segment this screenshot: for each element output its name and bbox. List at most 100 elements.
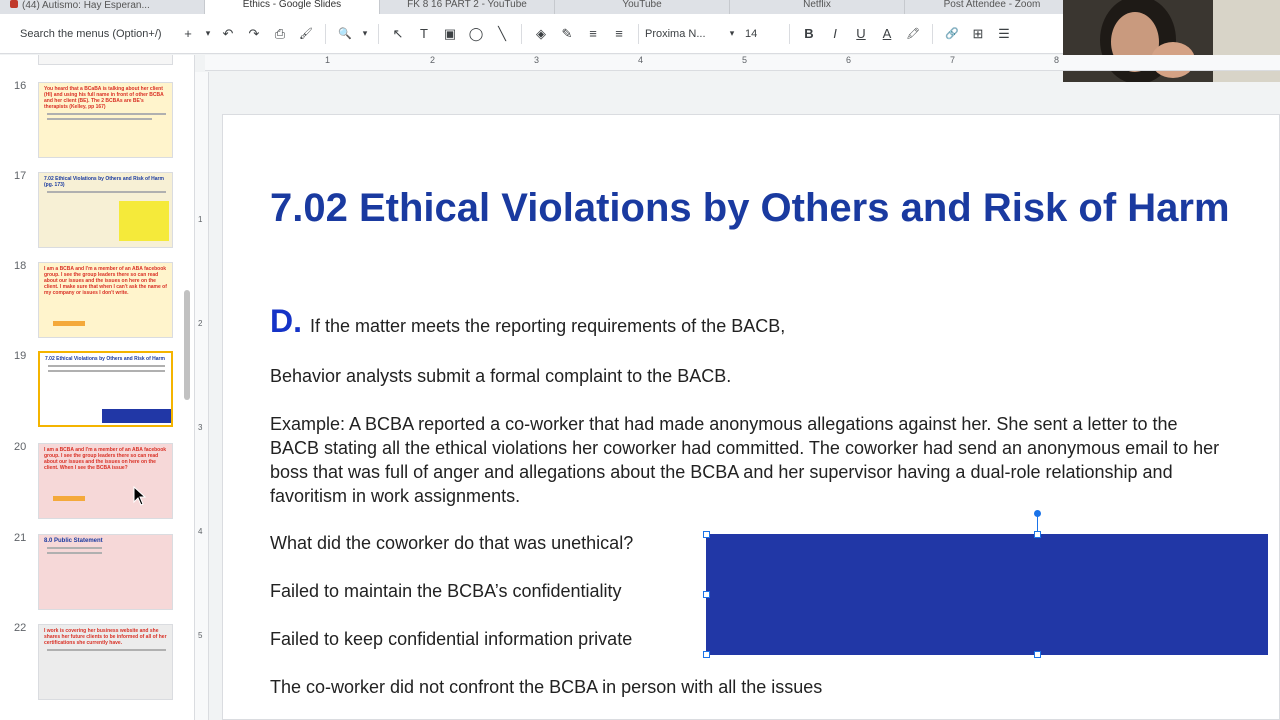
undo-icon[interactable]: ↶ (216, 22, 240, 46)
thumbnail-title: 7.02 Ethical Violations by Others and Ri… (44, 176, 164, 188)
thumbnail-text-line (47, 552, 102, 554)
resize-handle-bottom-middle[interactable] (1034, 651, 1041, 658)
ruler-tick: 8 (1054, 55, 1060, 65)
font-size-select[interactable]: 14 (739, 28, 783, 40)
browser-tab[interactable]: FK 8 16 PART 2 - YouTube (380, 0, 555, 14)
slide-canvas[interactable]: 7.02 Ethical Violations by Others and Ri… (222, 114, 1280, 720)
ruler-tick: 7 (950, 55, 956, 65)
ruler-tick: 6 (846, 55, 852, 65)
ruler-tick: 4 (198, 527, 203, 536)
toolbar-divider (378, 23, 379, 44)
slide-thumbnail[interactable]: 7.02 Ethical Violations by Others and Ri… (38, 172, 173, 248)
ruler-tick: 5 (198, 631, 203, 640)
slide-number: 17 (14, 170, 27, 182)
answer-confront-text[interactable]: The co-worker did not confront the BCBA … (270, 675, 1230, 699)
browser-tab[interactable]: Post Attendee - Zoom (905, 0, 1080, 14)
browser-tab[interactable]: (44) Autismo: Hay Esperan... (0, 0, 205, 14)
ruler-tick: 3 (534, 55, 540, 65)
toolbar-divider (789, 23, 790, 44)
caret-down-icon[interactable]: ▾ (202, 22, 214, 46)
browser-tab[interactable]: Netflix (730, 0, 905, 14)
italic-icon[interactable]: I (823, 22, 847, 46)
rotation-handle[interactable] (1034, 510, 1041, 517)
caret-down-icon[interactable]: ▾ (359, 22, 371, 46)
border-dash-icon[interactable]: ≡ (607, 22, 631, 46)
slide-thumbnail[interactable]: I am a BCBA and I'm a member of an ABA f… (38, 262, 173, 338)
thumbnail-title: 7.02 Ethical Violations by Others and Ri… (45, 356, 165, 362)
fill-color-icon[interactable]: ◈ (529, 22, 553, 46)
slide-thumbnail[interactable]: I am a BCBA and I'm a member of an ABA f… (38, 443, 173, 519)
slide-number: 21 (14, 532, 27, 544)
slide-thumbnail[interactable]: I work is covering her business website … (38, 624, 173, 700)
browser-tab[interactable]: YouTube (555, 0, 730, 14)
highlight-icon[interactable]: 🖍 (901, 22, 925, 46)
resize-handle-bottom-left[interactable] (703, 651, 710, 658)
thumbnail-title: I work is covering her business website … (44, 628, 167, 646)
new-slide-plus-icon[interactable]: + (176, 22, 200, 46)
image-icon[interactable]: ▣ (438, 22, 462, 46)
slide-filmstrip: 16 You heard that a BCaBA is talking abo… (0, 55, 195, 720)
mouse-cursor-icon (133, 486, 147, 506)
comment-icon[interactable]: ⊞ (966, 22, 990, 46)
thumbnail-text-line (48, 365, 165, 367)
align-icon[interactable]: ☰ (992, 22, 1016, 46)
thumbnail-blue-rect (102, 409, 171, 423)
ruler-tick: 4 (638, 55, 644, 65)
select-cursor-icon[interactable]: ↖ (386, 22, 410, 46)
paint-format-icon[interactable]: 🖌 (294, 22, 318, 46)
tab-favicon-icon (10, 0, 18, 8)
ruler-tick: 2 (198, 319, 203, 328)
toolbar-divider (932, 23, 933, 44)
thumbnail-highlight-box (119, 201, 169, 241)
link-icon[interactable]: 🔗 (940, 22, 964, 46)
thumbnail-text-line (47, 649, 166, 651)
browser-tab-active[interactable]: Ethics - Google Slides (205, 0, 380, 14)
menu-search-input[interactable]: Search the menus (Option+/) (20, 28, 175, 40)
horizontal-ruler: 1 2 3 4 5 6 7 8 (205, 55, 1280, 71)
text-box-icon[interactable]: T (412, 22, 436, 46)
thumbnail-text-line (47, 113, 166, 115)
resize-handle-middle-left[interactable] (703, 591, 710, 598)
ruler-tick: 5 (742, 55, 748, 65)
thumbnail-orange-bar (53, 496, 85, 501)
slide-thumbnail[interactable]: 8.0 Public Statement (38, 534, 173, 610)
thumbnail-title: I am a BCBA and I'm a member of an ABA f… (44, 447, 167, 471)
line-icon[interactable]: ╲ (490, 22, 514, 46)
slide-number: 19 (14, 350, 27, 362)
example-paragraph[interactable]: Example: A BCBA reported a co-worker tha… (270, 412, 1230, 508)
slide-title[interactable]: 7.02 Ethical Violations by Others and Ri… (270, 183, 1250, 233)
underline-icon[interactable]: U (849, 22, 873, 46)
slide-number: 20 (14, 441, 27, 453)
thumbnail-text-line (47, 118, 152, 120)
font-family-select[interactable]: Proxima N... (645, 28, 725, 40)
caret-down-icon[interactable]: ▾ (726, 22, 738, 46)
shapes-icon[interactable]: ◯ (464, 22, 488, 46)
slide-thumbnail[interactable]: You heard that a BCaBA is talking about … (38, 82, 173, 158)
thumbnail-text-line (48, 370, 165, 372)
blue-cover-rectangle[interactable] (706, 534, 1268, 655)
resize-handle-top-middle[interactable] (1034, 531, 1041, 538)
toolbar-divider (521, 23, 522, 44)
filmstrip-scrollbar[interactable] (184, 290, 190, 400)
slide-point-d[interactable]: D. If the matter meets the reporting requ… (270, 303, 1230, 344)
resize-handle-top-left[interactable] (703, 531, 710, 538)
d-letter-label: D. (270, 303, 302, 339)
border-weight-icon[interactable]: ≡ (581, 22, 605, 46)
zoom-icon[interactable]: 🔍 (333, 22, 357, 46)
slide-thumbnail-selected[interactable]: 7.02 Ethical Violations by Others and Ri… (38, 351, 173, 427)
bold-icon[interactable]: B (797, 22, 821, 46)
formal-complaint-text[interactable]: Behavior analysts submit a formal compla… (270, 364, 1230, 388)
thumbnail-text-line (47, 191, 166, 193)
ruler-tick: 2 (430, 55, 436, 65)
ruler-tick: 1 (325, 55, 331, 65)
text-color-icon[interactable]: A (875, 22, 899, 46)
print-icon[interactable]: ⎙ (268, 22, 292, 46)
thumbnail-title: You heard that a BCaBA is talking about … (44, 86, 164, 110)
slide-thumbnail-partial[interactable] (38, 55, 173, 65)
redo-icon[interactable]: ↷ (242, 22, 266, 46)
border-color-icon[interactable]: ✎ (555, 22, 579, 46)
slide-number: 18 (14, 260, 27, 272)
thumbnail-title: 8.0 Public Statement (44, 538, 103, 544)
ruler-tick: 3 (198, 423, 203, 432)
vertical-ruler: 1 2 3 4 5 (195, 72, 209, 720)
